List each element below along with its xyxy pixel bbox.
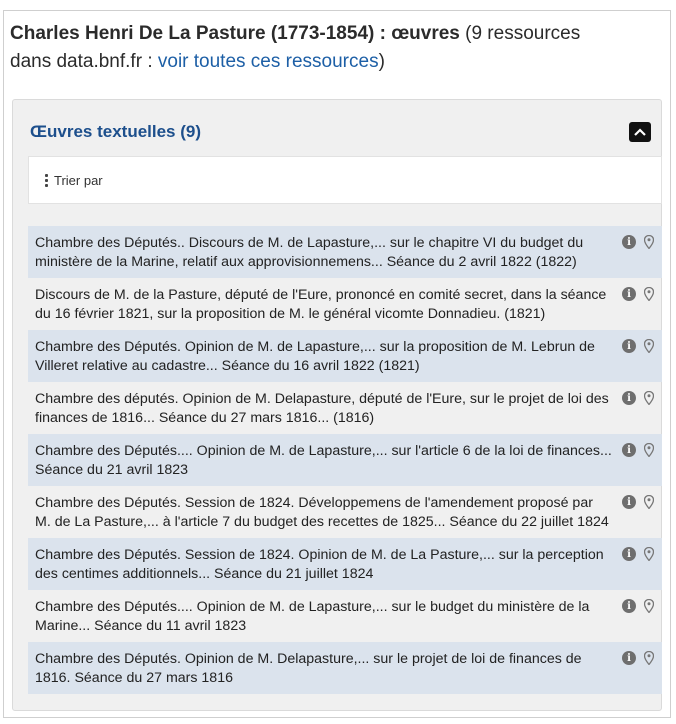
map-pin-icon[interactable]: [643, 443, 655, 457]
info-icon[interactable]: i: [622, 443, 636, 457]
map-pin-icon[interactable]: [643, 287, 655, 301]
see-all-resources-link[interactable]: voir toutes ces ressources: [158, 51, 379, 72]
info-icon[interactable]: i: [622, 651, 636, 665]
works-list: Chambre des Députés.. Discours de M. de …: [28, 226, 662, 694]
info-icon[interactable]: i: [622, 495, 636, 509]
info-icon[interactable]: i: [622, 287, 636, 301]
work-title: Chambre des Députés. Opinion de M. de La…: [35, 339, 595, 374]
list-item[interactable]: Discours de M. de la Pasture, député de …: [28, 278, 662, 330]
map-pin-icon[interactable]: [643, 339, 655, 353]
map-pin-icon[interactable]: [643, 599, 655, 613]
info-icon[interactable]: i: [622, 339, 636, 353]
list-item[interactable]: Chambre des Députés.... Opinion de M. de…: [28, 590, 662, 642]
work-title: Chambre des Députés. Session de 1824. Op…: [35, 547, 604, 582]
work-title: Chambre des députés. Opinion de M. Delap…: [35, 391, 609, 426]
work-title: Chambre des Députés.... Opinion de M. de…: [35, 443, 612, 478]
list-item[interactable]: Chambre des Députés.. Discours de M. de …: [28, 226, 662, 278]
work-title: Chambre des Députés. Opinion de M. Delap…: [35, 651, 582, 686]
page-title: Charles Henri De La Pasture (1773-1854) …: [10, 20, 610, 76]
sort-label: Trier par: [54, 173, 103, 188]
work-title: Chambre des Députés.... Opinion de M. de…: [35, 599, 590, 634]
textual-works-panel: Œuvres textuelles (9) Trier par Chambre …: [12, 99, 662, 711]
list-item[interactable]: Chambre des Députés. Session de 1824. Op…: [28, 538, 662, 590]
info-icon[interactable]: i: [622, 547, 636, 561]
info-icon[interactable]: i: [622, 391, 636, 405]
chevron-up-icon: [634, 128, 646, 136]
work-title: Chambre des Députés.. Discours de M. de …: [35, 235, 584, 270]
map-pin-icon[interactable]: [643, 391, 655, 405]
list-item[interactable]: Chambre des Députés. Opinion de M. de La…: [28, 330, 662, 382]
work-title: Chambre des Députés. Session de 1824. Dé…: [35, 495, 609, 530]
work-title: Discours de M. de la Pasture, député de …: [35, 287, 607, 322]
sort-bar: Trier par: [28, 156, 662, 204]
list-item[interactable]: Chambre des Députés.... Opinion de M. de…: [28, 434, 662, 486]
vertical-dots-icon: [45, 174, 48, 187]
panel-title: Œuvres textuelles (9): [30, 122, 202, 141]
list-item[interactable]: Chambre des Députés. Session de 1824. Dé…: [28, 486, 662, 538]
map-pin-icon[interactable]: [643, 495, 655, 509]
info-icon[interactable]: i: [622, 599, 636, 613]
list-item[interactable]: Chambre des députés. Opinion de M. Delap…: [28, 382, 662, 434]
map-pin-icon[interactable]: [643, 547, 655, 561]
info-icon[interactable]: i: [622, 235, 636, 249]
map-pin-icon[interactable]: [643, 235, 655, 249]
closing-paren: ): [378, 51, 385, 72]
collapse-toggle-button[interactable]: [629, 122, 651, 142]
list-item[interactable]: Chambre des Députés. Opinion de M. Delap…: [28, 642, 662, 694]
sort-button[interactable]: Trier par: [45, 173, 103, 188]
author-works-title: Charles Henri De La Pasture (1773-1854) …: [10, 23, 460, 44]
map-pin-icon[interactable]: [643, 651, 655, 665]
